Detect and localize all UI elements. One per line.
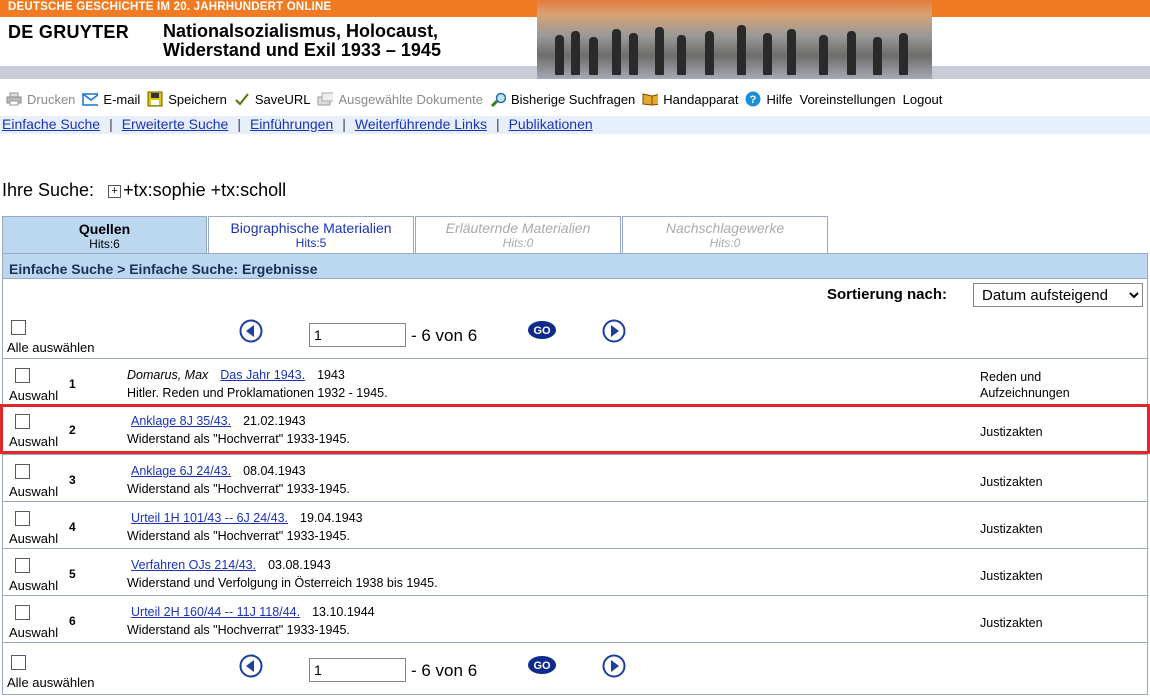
result-date: 19.04.1943: [300, 511, 363, 525]
sort-select[interactable]: Datum aufsteigend: [973, 283, 1143, 307]
nav-publications[interactable]: Publikationen: [509, 116, 593, 132]
result-date: 13.10.1944: [312, 605, 375, 619]
page-number-input[interactable]: [309, 658, 406, 682]
documents-icon: [317, 92, 334, 107]
search-label: Ihre Suche:: [2, 180, 95, 200]
result-source: Widerstand als "Hochverrat" 1933-1945.: [127, 529, 350, 543]
tab-erlaeuternde-materialien: Erläuternde Materialien Hits:0: [415, 216, 621, 253]
print-button[interactable]: Drucken: [6, 92, 75, 107]
publisher-logo: DE GRUYTER: [8, 22, 130, 42]
result-link[interactable]: Das Jahr 1943.: [220, 368, 305, 382]
book-icon: [642, 92, 659, 107]
header-banner: DEUTSCHE GESCHICHTE IM 20. JAHRHUNDERT O…: [0, 0, 1150, 80]
result-source: Widerstand und Verfolgung in Österreich …: [127, 576, 438, 590]
tab-nachschlagewerke: Nachschlagewerke Hits:0: [622, 216, 828, 253]
email-button[interactable]: E-mail: [82, 92, 140, 107]
help-button[interactable]: ? Hilfe: [745, 91, 792, 107]
table-row: Auswahl 4 Urteil 1H 101/43 -- 6J 24/43. 1…: [3, 501, 1147, 548]
search-query: +tx:sophie +tx:scholl: [123, 180, 287, 200]
divider: [3, 642, 1147, 643]
breadcrumb: Einfache Suche > Einfache Suche: Ergebni…: [3, 254, 1147, 279]
result-link[interactable]: Urteil 2H 160/44 -- 11J 118/44.: [131, 605, 300, 619]
result-link[interactable]: Anklage 6J 24/43.: [131, 464, 231, 478]
result-link[interactable]: Urteil 1H 101/43 -- 6J 24/43.: [131, 511, 288, 525]
sort-label: Sortierung nach:: [827, 286, 948, 303]
result-date: 1943: [317, 368, 345, 382]
result-link[interactable]: Verfahren OJs 214/43.: [131, 558, 256, 572]
pager-top: Alle auswählen - 6 von 6 GO: [3, 312, 1147, 358]
printer-icon: [6, 92, 22, 107]
search-summary: Ihre Suche: + +tx:sophie +tx:scholl: [2, 180, 286, 201]
row-checkbox[interactable]: [15, 511, 30, 526]
result-source: Widerstand als "Hochverrat" 1933-1945.: [127, 623, 350, 637]
page-count: - 6 von 6: [411, 661, 478, 680]
toolbar: Drucken E-mail Speichern SaveURL Ausgewä…: [6, 89, 949, 109]
svg-text:GO: GO: [533, 660, 551, 672]
tab-quellen[interactable]: Quellen Hits:6: [2, 216, 207, 254]
result-date: 21.02.1943: [243, 414, 306, 428]
save-button[interactable]: Speichern: [147, 91, 227, 107]
row-checkbox[interactable]: [15, 558, 30, 573]
results-panel: Einfache Suche > Einfache Suche: Ergebni…: [0, 253, 1150, 695]
database-title: Nationalsozialismus, Holocaust, Widersta…: [163, 21, 441, 60]
selected-documents-button[interactable]: Ausgewählte Dokumente: [317, 92, 483, 107]
result-date: 08.04.1943: [243, 464, 306, 478]
handapparat-button[interactable]: Handapparat: [642, 92, 738, 107]
series-title: DEUTSCHE GESCHICHTE IM 20. JAHRHUNDERT O…: [8, 1, 332, 13]
table-row: Auswahl 1 Domarus, Max Das Jahr 1943. 1943…: [3, 358, 1147, 405]
logout-button[interactable]: Logout: [903, 92, 943, 107]
previous-page-button[interactable]: [239, 654, 263, 681]
result-source: Widerstand als "Hochverrat" 1933-1945.: [127, 432, 350, 446]
magnifier-icon: [490, 92, 506, 107]
go-button[interactable]: GO: [527, 655, 557, 678]
result-category: Justizakten: [980, 616, 1043, 630]
tab-biographische-materialien[interactable]: Biographische Materialien Hits:5: [208, 216, 414, 253]
previous-queries-button[interactable]: Bisherige Suchfragen: [490, 92, 635, 107]
result-category: Justizakten: [980, 522, 1043, 536]
result-link[interactable]: Anklage 8J 35/43.: [131, 414, 231, 428]
floppy-disk-icon: [147, 91, 163, 107]
historical-photo: [537, 0, 932, 79]
nav-further-links[interactable]: Weiterführende Links: [355, 116, 487, 132]
table-row: Auswahl 6 Urteil 2H 160/44 -- 11J 118/44…: [3, 595, 1147, 642]
result-source: Widerstand als "Hochverrat" 1933-1945.: [127, 482, 350, 496]
result-category: Justizakten: [980, 569, 1043, 583]
main-nav: Einfache Suche | Erweiterte Suche | Einführu…: [2, 116, 593, 132]
result-category: Reden und Aufzeichnungen: [980, 370, 1070, 400]
row-checkbox[interactable]: [15, 368, 30, 383]
next-page-button[interactable]: [602, 319, 626, 346]
settings-button[interactable]: Voreinstellungen: [799, 92, 895, 107]
select-all-label: Alle auswählen: [7, 675, 95, 690]
svg-text:?: ?: [750, 94, 757, 106]
checkmark-icon: [234, 92, 250, 107]
nav-simple-search[interactable]: Einfache Suche: [2, 116, 100, 132]
help-icon: ?: [745, 91, 761, 107]
nav-advanced-search[interactable]: Erweiterte Suche: [122, 116, 229, 132]
row-checkbox[interactable]: [15, 605, 30, 620]
nav-introductions[interactable]: Einführungen: [250, 116, 333, 132]
row-checkbox[interactable]: [15, 414, 30, 429]
result-date: 03.08.1943: [268, 558, 331, 572]
saveurl-button[interactable]: SaveURL: [234, 92, 310, 107]
result-category: Justizakten: [980, 425, 1043, 439]
svg-text:GO: GO: [533, 325, 551, 337]
select-all-label: Alle auswählen: [7, 340, 95, 355]
next-page-button[interactable]: [602, 654, 626, 681]
table-row-highlighted: Auswahl 2 Anklage 8J 35/43. 21.02.1943 Wi…: [0, 404, 1150, 454]
page-count: - 6 von 6: [411, 326, 478, 345]
page-number-input[interactable]: [309, 323, 406, 347]
row-checkbox[interactable]: [15, 464, 30, 479]
select-all-checkbox[interactable]: [11, 655, 26, 670]
table-row: Auswahl 5 Verfahren OJs 214/43. 03.08.194…: [3, 548, 1147, 595]
result-author: Domarus, Max: [127, 368, 209, 382]
go-button[interactable]: GO: [527, 320, 557, 343]
table-row: Auswahl 3 Anklage 6J 24/43. 08.04.1943 Wi…: [3, 454, 1147, 501]
expand-icon[interactable]: +: [108, 185, 122, 198]
envelope-icon: [82, 92, 99, 107]
previous-page-button[interactable]: [239, 319, 263, 346]
select-all-checkbox[interactable]: [11, 320, 26, 335]
result-category: Justizakten: [980, 475, 1043, 489]
result-source: Hitler. Reden und Proklamationen 1932 - …: [127, 386, 388, 400]
pager-bottom: Alle auswählen - 6 von 6 GO: [3, 647, 1147, 693]
